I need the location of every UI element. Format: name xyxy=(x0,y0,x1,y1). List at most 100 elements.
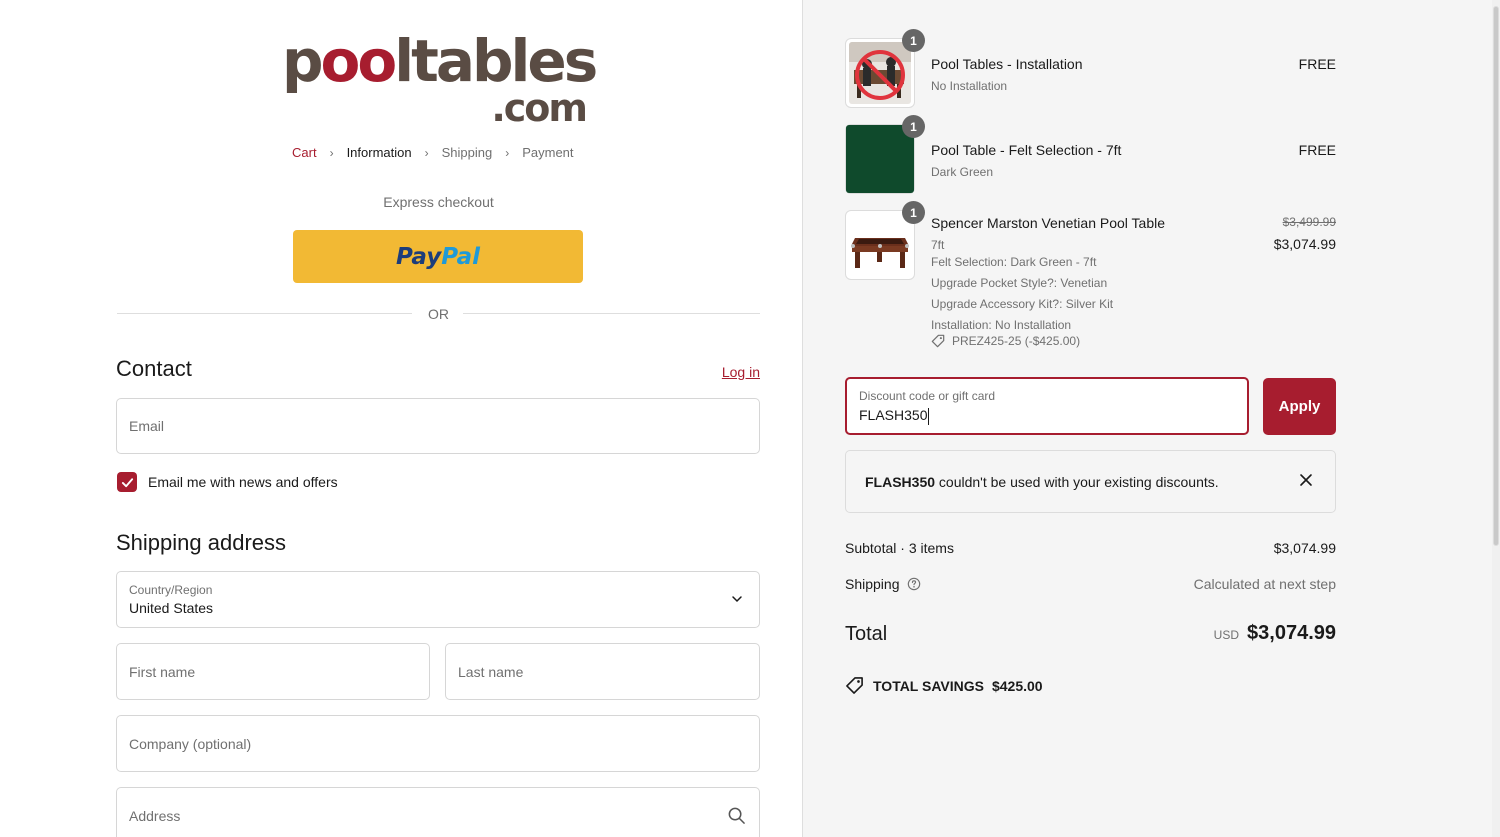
installation-image xyxy=(849,42,911,104)
login-link[interactable]: Log in xyxy=(722,364,760,380)
notice-code: FLASH350 xyxy=(865,474,936,490)
item-thumbnail: 1 xyxy=(845,29,925,108)
express-checkout-label: Express checkout xyxy=(383,194,494,210)
felt-swatch-image xyxy=(846,125,914,193)
address-field[interactable]: Address xyxy=(116,787,760,837)
shipping-address-heading: Shipping address xyxy=(116,530,287,555)
item-variant: 7ft xyxy=(931,238,945,252)
item-price: FREE xyxy=(1298,142,1336,158)
total-value: $3,074.99 xyxy=(1247,622,1336,644)
quantity-badge: 1 xyxy=(902,115,925,138)
no-installation-image xyxy=(849,42,911,104)
email-field[interactable]: Email xyxy=(116,398,760,454)
chevron-right-icon: › xyxy=(424,145,429,160)
shipping-value: Calculated at next step xyxy=(1193,576,1336,592)
item-compare-price: $3,499.99 xyxy=(1282,215,1336,229)
notice-text: couldn't be used with your existing disc… xyxy=(935,474,1219,490)
paypal-button[interactable]: Pay Pal xyxy=(293,230,583,283)
tag-icon xyxy=(846,677,863,694)
newsletter-option[interactable]: Email me with news and offers xyxy=(117,472,338,492)
discount-code-label: Discount code or gift card xyxy=(859,389,996,403)
country-select[interactable]: Country/Region United States xyxy=(116,571,760,628)
breadcrumb-payment: Payment xyxy=(522,145,574,160)
breadcrumb-shipping: Shipping xyxy=(441,145,493,160)
order-item: 1 Pool Tables - Installation No Installa… xyxy=(845,29,1336,108)
logo-part-2: oo xyxy=(320,27,398,95)
item-variant: No Installation xyxy=(931,79,1008,93)
checkout-main: pooltables .com Cart › Information › Shi… xyxy=(0,0,802,837)
paypal-logo-pal: Pal xyxy=(441,243,480,270)
discount-code-field[interactable]: Discount code or gift card FLASH350 xyxy=(845,377,1249,435)
country-label: Country/Region xyxy=(129,583,213,597)
newsletter-label: Email me with news and offers xyxy=(148,474,338,490)
country-value: United States xyxy=(129,600,214,616)
item-name: Pool Table - Felt Selection - 7ft xyxy=(931,142,1122,158)
pooltables-logo[interactable]: pooltables .com xyxy=(282,27,598,130)
shipping-label-group: Shipping xyxy=(845,576,921,592)
checkout-page: pooltables .com Cart › Information › Shi… xyxy=(0,0,1500,837)
item-thumbnail: 1 xyxy=(845,115,925,194)
shipping-row: Shipping Calculated at next step xyxy=(845,576,1336,596)
scrollbar-thumb[interactable] xyxy=(1493,6,1499,546)
subtotal-value: $3,074.99 xyxy=(1273,540,1336,556)
close-icon[interactable] xyxy=(1299,473,1313,487)
discount-code-text: FLASH350 xyxy=(859,407,928,423)
item-thumbnail: 1 xyxy=(845,201,925,280)
logo-wordmark: pooltables xyxy=(282,27,598,95)
item-property: Felt Selection: Dark Green - 7ft xyxy=(931,255,1097,269)
first-name-placeholder: First name xyxy=(129,663,196,680)
order-item: 1 Pool Table - Felt Selection - 7ft Dark… xyxy=(845,115,1336,194)
item-price: FREE xyxy=(1298,56,1336,72)
notice-message: FLASH350 couldn't be used with your exis… xyxy=(865,474,1219,490)
paypal-logo-pay: Pay xyxy=(396,243,442,270)
item-property: Upgrade Pocket Style?: Venetian xyxy=(931,276,1108,290)
item-property: Installation: No Installation xyxy=(931,318,1072,332)
or-divider: OR xyxy=(117,305,760,323)
total-label: Total xyxy=(845,623,888,645)
total-savings: TOTAL SAVINGS $425.00 xyxy=(845,676,1043,695)
logo-part-3: ltables xyxy=(394,27,598,95)
or-label: OR xyxy=(428,306,449,322)
last-name-field[interactable]: Last name xyxy=(445,643,760,700)
subtotal-row: Subtotal · 3 items $3,074.99 xyxy=(845,540,1336,560)
item-name: Pool Tables - Installation xyxy=(931,56,1083,72)
apply-button[interactable]: Apply xyxy=(1263,378,1336,435)
contact-heading: Contact xyxy=(116,356,192,381)
item-price: $3,074.99 xyxy=(1273,236,1336,252)
total-currency: USD xyxy=(1213,628,1240,642)
search-icon xyxy=(728,807,745,824)
help-icon[interactable] xyxy=(907,577,921,591)
savings-label: TOTAL SAVINGS xyxy=(873,677,984,694)
newsletter-checkbox[interactable] xyxy=(117,472,137,492)
item-discount-tag: PREZ425-25 (-$425.00) xyxy=(931,334,1080,348)
discount-error-notice: FLASH350 couldn't be used with your exis… xyxy=(845,450,1336,513)
checkmark-icon xyxy=(121,477,133,487)
discount-tag-label: PREZ425-25 (-$425.00) xyxy=(952,334,1081,348)
chevron-right-icon: › xyxy=(505,145,510,160)
company-field[interactable]: Company (optional) xyxy=(116,715,760,772)
item-name: Spencer Marston Venetian Pool Table xyxy=(931,215,1166,231)
divider-line xyxy=(463,313,760,314)
breadcrumb-information: Information xyxy=(346,145,412,160)
order-item: 1 Spencer Marston Venetian Pool Table 7f… xyxy=(845,201,1336,355)
item-variant: Dark Green xyxy=(931,165,994,179)
address-placeholder: Address xyxy=(129,808,181,824)
tag-icon xyxy=(931,334,945,348)
logo-com: .com xyxy=(491,86,588,130)
total-amount: USD $3,074.99 xyxy=(1214,622,1336,645)
company-placeholder: Company (optional) xyxy=(129,735,252,752)
text-cursor xyxy=(928,407,930,425)
first-name-field[interactable]: First name xyxy=(116,643,430,700)
scrollbar[interactable] xyxy=(1492,0,1500,837)
chevron-right-icon: › xyxy=(329,145,334,160)
breadcrumb-cart[interactable]: Cart xyxy=(292,145,317,160)
shipping-label: Shipping xyxy=(845,576,900,592)
chevron-down-icon xyxy=(732,596,742,603)
quantity-badge: 1 xyxy=(902,29,925,52)
item-property: Upgrade Accessory Kit?: Silver Kit xyxy=(931,297,1114,311)
subtotal-label: Subtotal · 3 items xyxy=(845,540,954,556)
breadcrumb: Cart › Information › Shipping › Payment xyxy=(292,145,574,160)
discount-code-value: FLASH350 xyxy=(859,407,930,425)
pool-table-photo xyxy=(849,214,911,276)
logo-part-1: p xyxy=(282,27,323,95)
